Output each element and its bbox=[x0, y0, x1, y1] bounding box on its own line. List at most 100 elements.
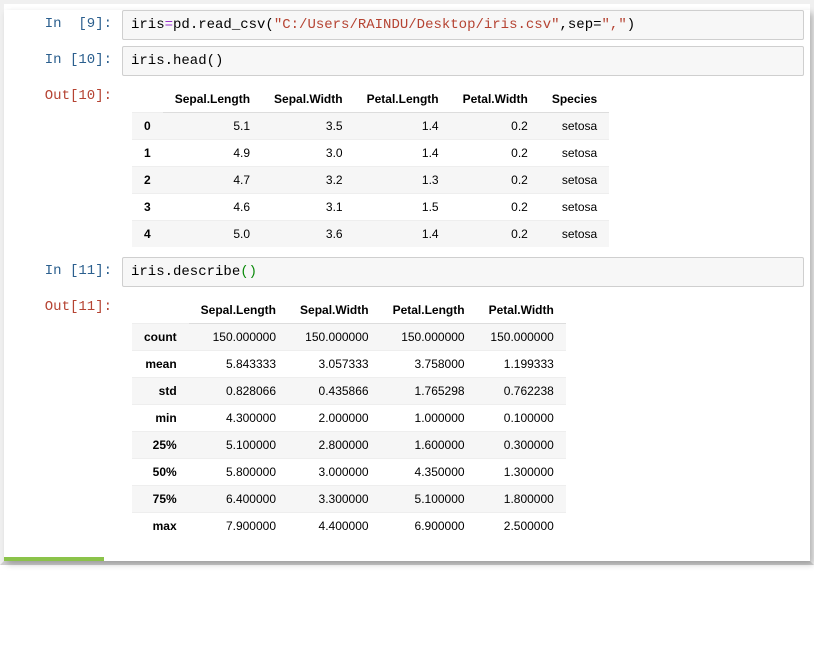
code-token: iris.describe bbox=[131, 264, 240, 280]
code-paren: ( bbox=[240, 264, 248, 280]
column-header: Sepal.Width bbox=[262, 86, 355, 113]
table-cell: 0.2 bbox=[451, 194, 540, 221]
table-cell: 3.057333 bbox=[288, 351, 381, 378]
code-token: iris.head() bbox=[131, 53, 223, 69]
table-cell: 3.0 bbox=[262, 140, 355, 167]
row-index: std bbox=[132, 378, 189, 405]
input-area-10[interactable]: iris.head() bbox=[122, 46, 804, 76]
table-cell: 1.765298 bbox=[381, 378, 477, 405]
table-cell: 150.000000 bbox=[381, 324, 477, 351]
table-cell: 150.000000 bbox=[288, 324, 381, 351]
table-cell: 4.350000 bbox=[381, 459, 477, 486]
table-cell: 1.5 bbox=[355, 194, 451, 221]
table-row: 50%5.8000003.0000004.3500001.300000 bbox=[132, 459, 566, 486]
cell-out-11: Out[11]: Sepal.LengthSepal.WidthPetal.Le… bbox=[4, 293, 810, 543]
table-cell: setosa bbox=[540, 167, 609, 194]
column-header: Petal.Length bbox=[355, 86, 451, 113]
cell-in-9: In [9]: iris=pd.read_csv("C:/Users/RAIND… bbox=[4, 10, 810, 40]
table-cell: 3.2 bbox=[262, 167, 355, 194]
table-row: 24.73.21.30.2setosa bbox=[132, 167, 609, 194]
table-cell: 1.800000 bbox=[477, 486, 566, 513]
notebook-frame: In [9]: iris=pd.read_csv("C:/Users/RAIND… bbox=[0, 0, 814, 565]
table-cell: 0.100000 bbox=[477, 405, 566, 432]
input-area-11[interactable]: iris.describe() bbox=[122, 257, 804, 287]
input-area-9[interactable]: iris=pd.read_csv("C:/Users/RAINDU/Deskto… bbox=[122, 10, 804, 40]
prompt-out-11: Out[11]: bbox=[4, 293, 122, 321]
table-cell: 3.1 bbox=[262, 194, 355, 221]
code-token: pd.read_csv( bbox=[173, 17, 274, 33]
code-string: "C:/Users/RAINDU/Desktop/iris.csv" bbox=[274, 17, 560, 33]
table-cell: 2.800000 bbox=[288, 432, 381, 459]
table-row: 34.63.11.50.2setosa bbox=[132, 194, 609, 221]
table-cell: 6.900000 bbox=[381, 513, 477, 540]
table-cell: 7.900000 bbox=[189, 513, 288, 540]
row-index: max bbox=[132, 513, 189, 540]
table-cell: 1.300000 bbox=[477, 459, 566, 486]
output-area-11: Sepal.LengthSepal.WidthPetal.LengthPetal… bbox=[122, 293, 810, 543]
table-row: min4.3000002.0000001.0000000.100000 bbox=[132, 405, 566, 432]
table-cell: 0.762238 bbox=[477, 378, 566, 405]
table-cell: 150.000000 bbox=[477, 324, 566, 351]
table-cell: 5.0 bbox=[163, 221, 262, 248]
code-token: ,sep= bbox=[560, 17, 602, 33]
column-header: Sepal.Length bbox=[189, 297, 288, 324]
table-cell: 5.843333 bbox=[189, 351, 288, 378]
table-cell: 2.500000 bbox=[477, 513, 566, 540]
table-cell: 4.6 bbox=[163, 194, 262, 221]
table-cell: 3.300000 bbox=[288, 486, 381, 513]
table-cell: 5.800000 bbox=[189, 459, 288, 486]
column-header: Species bbox=[540, 86, 609, 113]
table-cell: 1.4 bbox=[355, 113, 451, 140]
table-row: count150.000000150.000000150.000000150.0… bbox=[132, 324, 566, 351]
prompt-in-9: In [9]: bbox=[4, 10, 122, 38]
cell-out-10: Out[10]: Sepal.LengthSepal.WidthPetal.Le… bbox=[4, 82, 810, 251]
row-index: 2 bbox=[132, 167, 163, 194]
describe-table: Sepal.LengthSepal.WidthPetal.LengthPetal… bbox=[132, 297, 566, 539]
table-row: 05.13.51.40.2setosa bbox=[132, 113, 609, 140]
cell-in-11: In [11]: iris.describe() bbox=[4, 257, 810, 287]
table-cell: 1.199333 bbox=[477, 351, 566, 378]
table-cell: 1.600000 bbox=[381, 432, 477, 459]
row-index: 50% bbox=[132, 459, 189, 486]
column-header: Sepal.Width bbox=[288, 297, 381, 324]
table-cell: 0.435866 bbox=[288, 378, 381, 405]
column-header: Sepal.Length bbox=[163, 86, 262, 113]
table-cell: 3.5 bbox=[262, 113, 355, 140]
table-cell: 1.4 bbox=[355, 140, 451, 167]
bottom-accent bbox=[4, 557, 104, 561]
column-header: Petal.Width bbox=[477, 297, 566, 324]
table-cell: 3.758000 bbox=[381, 351, 477, 378]
code-token: = bbox=[165, 17, 173, 33]
code-token: iris bbox=[131, 17, 165, 33]
table-row: max7.9000004.4000006.9000002.500000 bbox=[132, 513, 566, 540]
table-cell: 1.4 bbox=[355, 221, 451, 248]
table-corner bbox=[132, 86, 163, 113]
table-cell: 150.000000 bbox=[189, 324, 288, 351]
table-cell: setosa bbox=[540, 140, 609, 167]
row-index: 25% bbox=[132, 432, 189, 459]
table-row: 45.03.61.40.2setosa bbox=[132, 221, 609, 248]
table-cell: 0.2 bbox=[451, 221, 540, 248]
row-index: 0 bbox=[132, 113, 163, 140]
table-cell: 0.2 bbox=[451, 140, 540, 167]
table-cell: 0.828066 bbox=[189, 378, 288, 405]
row-index: 1 bbox=[132, 140, 163, 167]
table-cell: 5.100000 bbox=[189, 432, 288, 459]
column-header: Petal.Width bbox=[451, 86, 540, 113]
row-index: min bbox=[132, 405, 189, 432]
table-cell: 4.300000 bbox=[189, 405, 288, 432]
column-header: Petal.Length bbox=[381, 297, 477, 324]
code-string: "," bbox=[602, 17, 627, 33]
table-row: 25%5.1000002.8000001.6000000.300000 bbox=[132, 432, 566, 459]
table-cell: 1.000000 bbox=[381, 405, 477, 432]
row-index: mean bbox=[132, 351, 189, 378]
table-corner bbox=[132, 297, 189, 324]
table-row: 75%6.4000003.3000005.1000001.800000 bbox=[132, 486, 566, 513]
table-cell: 4.9 bbox=[163, 140, 262, 167]
prompt-in-10: In [10]: bbox=[4, 46, 122, 74]
table-cell: setosa bbox=[540, 221, 609, 248]
prompt-out-10: Out[10]: bbox=[4, 82, 122, 110]
table-cell: 6.400000 bbox=[189, 486, 288, 513]
row-index: count bbox=[132, 324, 189, 351]
table-cell: 3.6 bbox=[262, 221, 355, 248]
